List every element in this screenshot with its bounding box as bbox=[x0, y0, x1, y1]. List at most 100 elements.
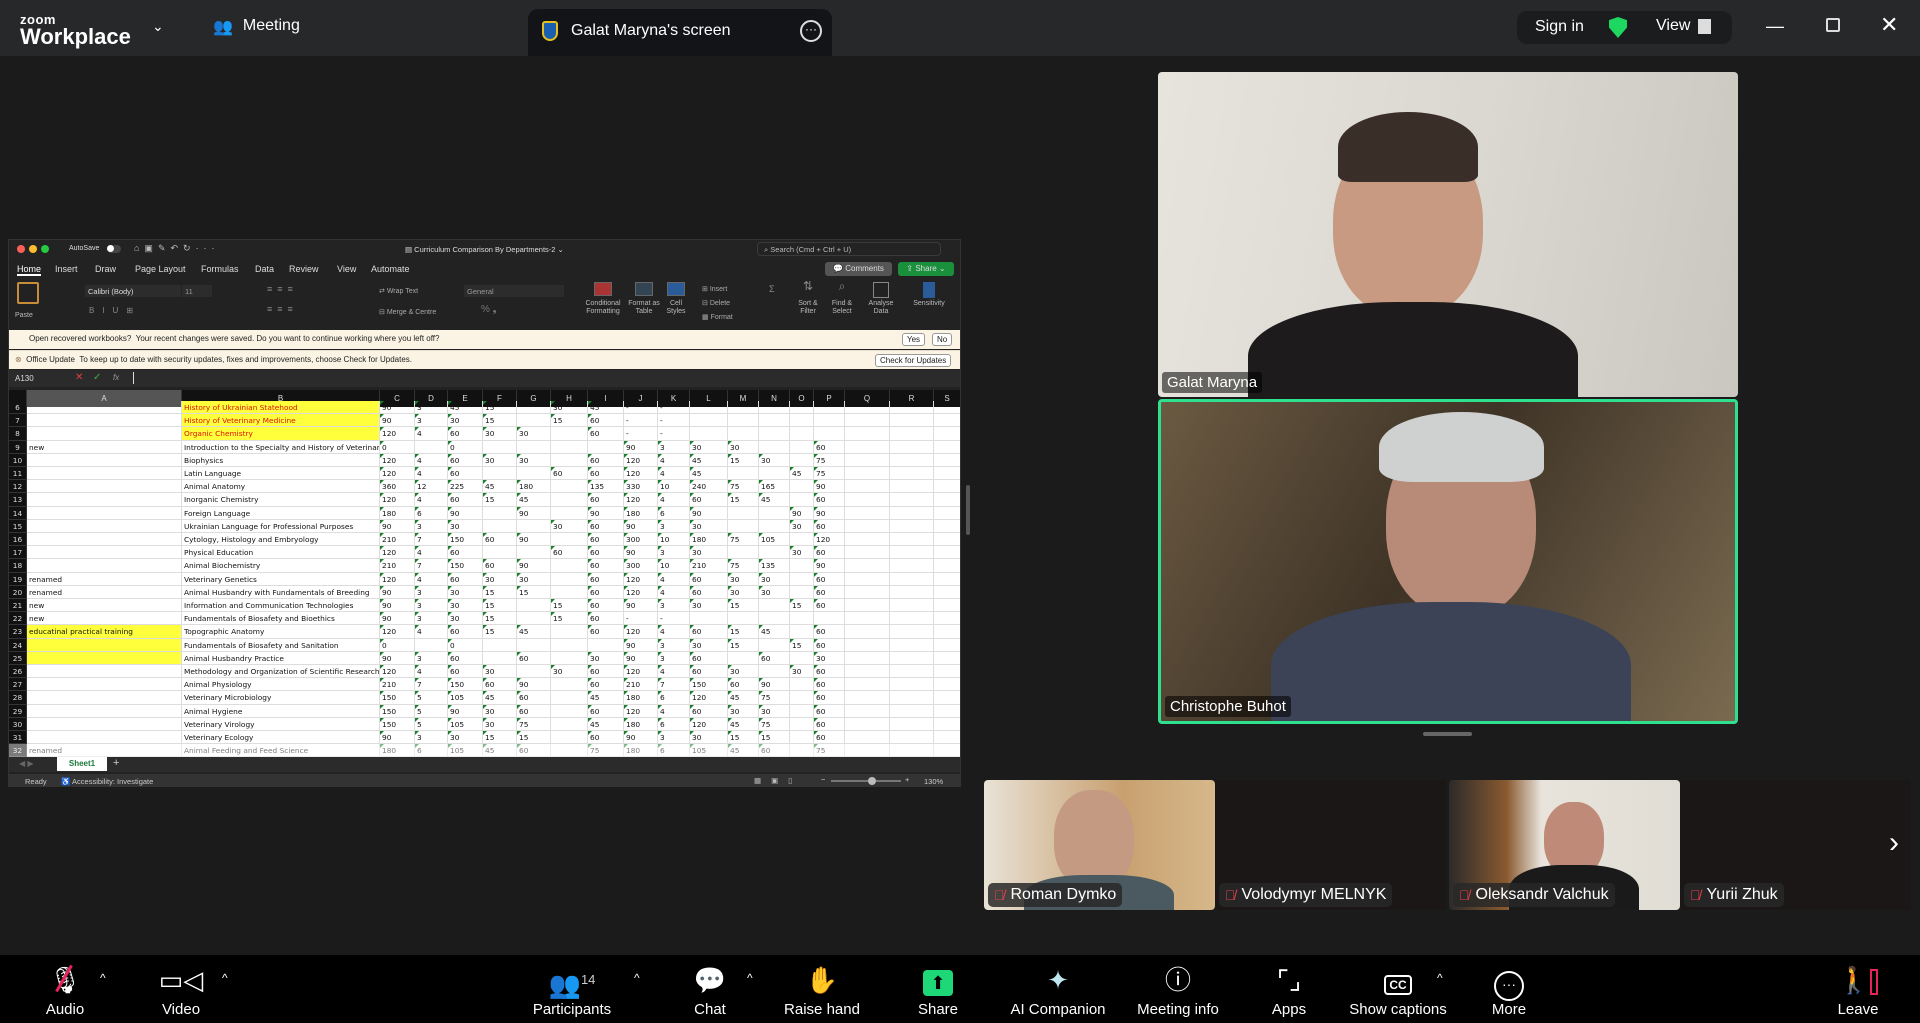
cell-value[interactable]: 90 bbox=[624, 731, 658, 745]
cell-subject[interactable]: Veterinary Microbiology bbox=[182, 691, 380, 705]
cell-value[interactable]: 15 bbox=[483, 625, 517, 639]
cell-value[interactable]: 4 bbox=[658, 453, 690, 467]
cell-value[interactable]: 0 bbox=[380, 638, 415, 652]
row-number[interactable]: 25 bbox=[9, 651, 27, 665]
cell-value[interactable] bbox=[551, 533, 588, 547]
cell-value[interactable] bbox=[551, 704, 588, 718]
thumb-yurii-zhuk[interactable]: 🎙̸ Yurii Zhuk bbox=[1680, 780, 1911, 910]
autosave-toggle[interactable] bbox=[107, 245, 121, 253]
cell-subject[interactable]: Biophysics bbox=[182, 453, 380, 467]
row-number[interactable]: 17 bbox=[9, 546, 27, 560]
cell-value[interactable]: 210 bbox=[690, 559, 728, 573]
cell-value[interactable]: 30 bbox=[551, 665, 588, 679]
cell-value[interactable]: 120 bbox=[380, 665, 415, 679]
cell-value[interactable]: 60 bbox=[814, 638, 845, 652]
cell-empty[interactable] bbox=[890, 467, 934, 481]
cell-status[interactable] bbox=[27, 546, 182, 560]
cell-value[interactable]: 30 bbox=[759, 585, 790, 599]
cell-status[interactable] bbox=[27, 704, 182, 718]
cell-value[interactable]: 30 bbox=[690, 599, 728, 613]
cell-value[interactable]: 4 bbox=[415, 546, 448, 560]
cell-value[interactable]: 15 bbox=[551, 612, 588, 626]
cell-value[interactable]: 90 bbox=[759, 678, 790, 692]
cell-value[interactable]: - bbox=[624, 427, 658, 441]
cell-value[interactable] bbox=[517, 546, 551, 560]
cell-empty[interactable] bbox=[845, 651, 890, 665]
cell-value[interactable]: 45 bbox=[483, 480, 517, 494]
cell-value[interactable] bbox=[790, 678, 814, 692]
cell-value[interactable]: 60 bbox=[517, 744, 551, 757]
cell-empty[interactable] bbox=[890, 638, 934, 652]
format-as-table-button[interactable]: Format as Table bbox=[627, 282, 661, 316]
cell-value[interactable]: 90 bbox=[624, 440, 658, 454]
cell-empty[interactable] bbox=[845, 612, 890, 626]
cell-value[interactable] bbox=[814, 612, 845, 626]
cell-value[interactable] bbox=[551, 678, 588, 692]
row-number[interactable]: 21 bbox=[9, 599, 27, 613]
cell-value[interactable]: 90 bbox=[814, 480, 845, 494]
cell-value[interactable]: 60 bbox=[588, 467, 624, 481]
cell-value[interactable]: 120 bbox=[624, 625, 658, 639]
cell-value[interactable]: 45 bbox=[790, 467, 814, 481]
cell-value[interactable]: 30 bbox=[690, 638, 728, 652]
video-options-caret-icon[interactable]: ^ bbox=[222, 971, 228, 985]
cell-value[interactable] bbox=[551, 572, 588, 586]
cell-value[interactable]: 6 bbox=[658, 506, 690, 520]
cell-value[interactable]: 75 bbox=[728, 559, 759, 573]
insert-button[interactable]: ⊞ Insert bbox=[702, 283, 733, 297]
cell-value[interactable]: 3 bbox=[415, 731, 448, 745]
recover-yes-button[interactable]: Yes bbox=[902, 333, 926, 346]
cell-value[interactable]: 60 bbox=[588, 414, 624, 428]
cell-empty[interactable] bbox=[845, 480, 890, 494]
cell-subject[interactable]: Introduction to the Specialty and Histor… bbox=[182, 440, 380, 454]
cell-value[interactable] bbox=[517, 612, 551, 626]
row-number[interactable]: 27 bbox=[9, 678, 27, 692]
cell-value[interactable]: 30 bbox=[448, 585, 483, 599]
cell-empty[interactable] bbox=[890, 651, 934, 665]
cell-empty[interactable] bbox=[890, 717, 934, 731]
cell-value[interactable]: 120 bbox=[380, 427, 415, 441]
cell-value[interactable]: 30 bbox=[728, 665, 759, 679]
paste-icon[interactable] bbox=[17, 282, 39, 304]
cell-empty[interactable] bbox=[934, 454, 960, 467]
cell-empty[interactable] bbox=[934, 546, 960, 560]
conditional-formatting-button[interactable]: Conditional Formatting bbox=[581, 282, 625, 316]
cell-value[interactable]: 30 bbox=[759, 572, 790, 586]
cell-value[interactable]: 105 bbox=[448, 691, 483, 705]
raise-hand-button[interactable]: ✋ Raise hand bbox=[762, 963, 882, 1018]
cell-status[interactable] bbox=[27, 401, 182, 415]
cell-subject[interactable]: Physical Education bbox=[182, 546, 380, 560]
cell-value[interactable] bbox=[483, 506, 517, 520]
row-number[interactable]: 28 bbox=[9, 691, 27, 705]
cell-value[interactable]: 60 bbox=[588, 612, 624, 626]
meeting-tab[interactable]: 👥 Meeting bbox=[213, 17, 300, 37]
cell-value[interactable]: 120 bbox=[624, 572, 658, 586]
cell-value[interactable]: 75 bbox=[728, 533, 759, 547]
cell-value[interactable]: 4 bbox=[415, 493, 448, 507]
cell-value[interactable]: 4 bbox=[658, 493, 690, 507]
cell-value[interactable] bbox=[517, 519, 551, 533]
cell-value[interactable]: 3 bbox=[415, 519, 448, 533]
cell-value[interactable] bbox=[517, 638, 551, 652]
cell-value[interactable]: 30 bbox=[448, 599, 483, 613]
find-select-button[interactable]: ⌕ Find & Select bbox=[825, 280, 859, 316]
cell-value[interactable]: 60 bbox=[588, 625, 624, 639]
cell-value[interactable]: 5 bbox=[415, 704, 448, 718]
cell-value[interactable]: 90 bbox=[380, 599, 415, 613]
cell-value[interactable]: 300 bbox=[624, 533, 658, 547]
cell-value[interactable]: 120 bbox=[624, 585, 658, 599]
cell-value[interactable]: 60 bbox=[517, 691, 551, 705]
cell-status[interactable]: renamed bbox=[27, 585, 182, 599]
cell-value[interactable]: 30 bbox=[690, 519, 728, 533]
cell-value[interactable] bbox=[790, 533, 814, 547]
cell-value[interactable] bbox=[790, 480, 814, 494]
next-page-chevron-icon[interactable]: › bbox=[1889, 826, 1899, 860]
spreadsheet-grid[interactable]: A B C D E F G H I J K L M N O P Q R S 6 History of Ukrainian… bbox=[9, 390, 960, 757]
chat-options-caret-icon[interactable]: ^ bbox=[747, 971, 753, 985]
cell-status[interactable] bbox=[27, 651, 182, 665]
sheet-tab-sheet1[interactable]: Sheet1 bbox=[57, 757, 107, 771]
cell-empty[interactable] bbox=[934, 612, 960, 626]
cell-empty[interactable] bbox=[845, 427, 890, 441]
cell-value[interactable]: 60 bbox=[588, 493, 624, 507]
cell-value[interactable]: 60 bbox=[588, 427, 624, 441]
